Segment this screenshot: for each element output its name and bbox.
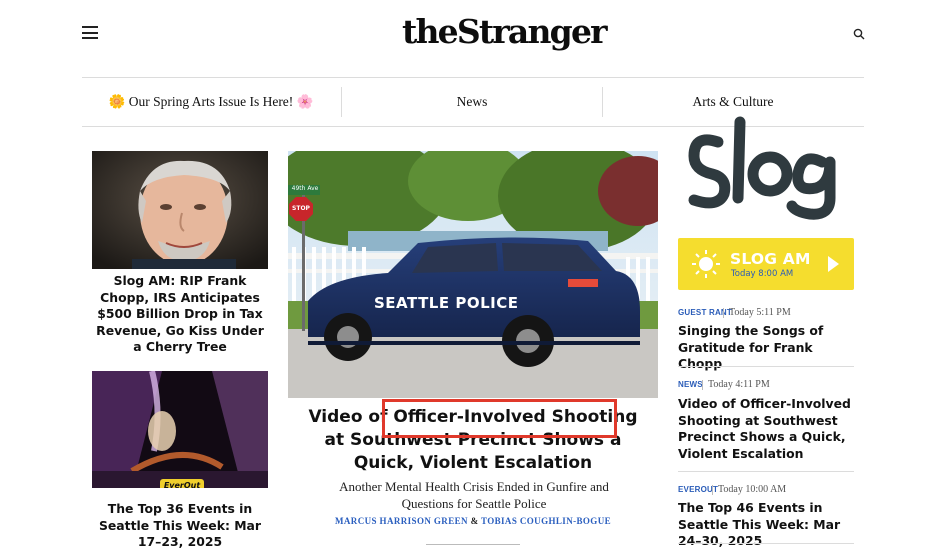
police-car-label: SEATTLE POLICE bbox=[374, 294, 519, 312]
kicker-divider bbox=[702, 380, 703, 390]
everout-badge: EverOut bbox=[160, 479, 204, 488]
slog-am-title[interactable]: SLOG AM bbox=[730, 250, 811, 268]
highlight-box bbox=[382, 399, 617, 438]
author-link[interactable]: TOBIAS COUGHLIN-BOGUE bbox=[481, 516, 611, 526]
header-divider bbox=[82, 77, 864, 78]
street-sign: 49th Ave bbox=[291, 185, 319, 192]
nav-item-spring-arts[interactable]: 🌼 Our Spring Arts Issue Is Here! 🌸 bbox=[82, 90, 340, 114]
story-time: Today 5:11 PM bbox=[729, 307, 791, 318]
play-arrow-icon[interactable] bbox=[826, 255, 840, 273]
story-kicker[interactable]: NEWS bbox=[678, 380, 703, 389]
menu-icon[interactable] bbox=[82, 26, 98, 39]
story-time: Today 4:11 PM bbox=[708, 379, 770, 390]
story-time: Today 10:00 AM bbox=[718, 484, 787, 495]
slog-am-time: Today 8:00 AM bbox=[731, 269, 794, 279]
hero-dek: Another Mental Health Crisis Ended in Gu… bbox=[339, 479, 609, 511]
story-title[interactable]: The Top 46 Events in Seattle This Week: … bbox=[678, 500, 854, 548]
left-card-title[interactable]: Slog AM: RIP Frank Chopp, IRS Anticipate… bbox=[92, 273, 268, 356]
hero-photo[interactable]: SEATTLE POLICE 49th Ave STOP bbox=[288, 151, 658, 398]
story-divider bbox=[678, 543, 854, 544]
left-card-title[interactable]: The Top 36 Events in Seattle This Week: … bbox=[92, 501, 268, 548]
author-link[interactable]: MARCUS HARRISON GREEN bbox=[335, 516, 468, 526]
nav-item-arts-culture[interactable]: Arts & Culture bbox=[603, 90, 863, 114]
story-divider bbox=[678, 471, 854, 472]
frank-chopp-photo[interactable] bbox=[92, 151, 268, 269]
events-photo[interactable]: EverOut bbox=[92, 371, 268, 488]
search-icon[interactable] bbox=[853, 28, 865, 40]
site-logo[interactable]: theStranger bbox=[402, 12, 608, 52]
slog-logo[interactable] bbox=[684, 112, 852, 224]
sun-icon bbox=[692, 250, 720, 278]
story-divider bbox=[678, 366, 854, 367]
kicker-divider bbox=[712, 485, 713, 495]
hero-rule bbox=[426, 544, 520, 545]
byline: MARCUS HARRISON GREEN & TOBIAS COUGHLIN-… bbox=[300, 516, 646, 526]
byline-amp: & bbox=[470, 516, 479, 526]
kicker-divider bbox=[723, 308, 724, 318]
stop-sign: STOP bbox=[292, 205, 310, 212]
story-title[interactable]: Video of Officer-Involved Shooting at So… bbox=[678, 396, 854, 462]
nav-item-news[interactable]: News bbox=[342, 90, 602, 114]
